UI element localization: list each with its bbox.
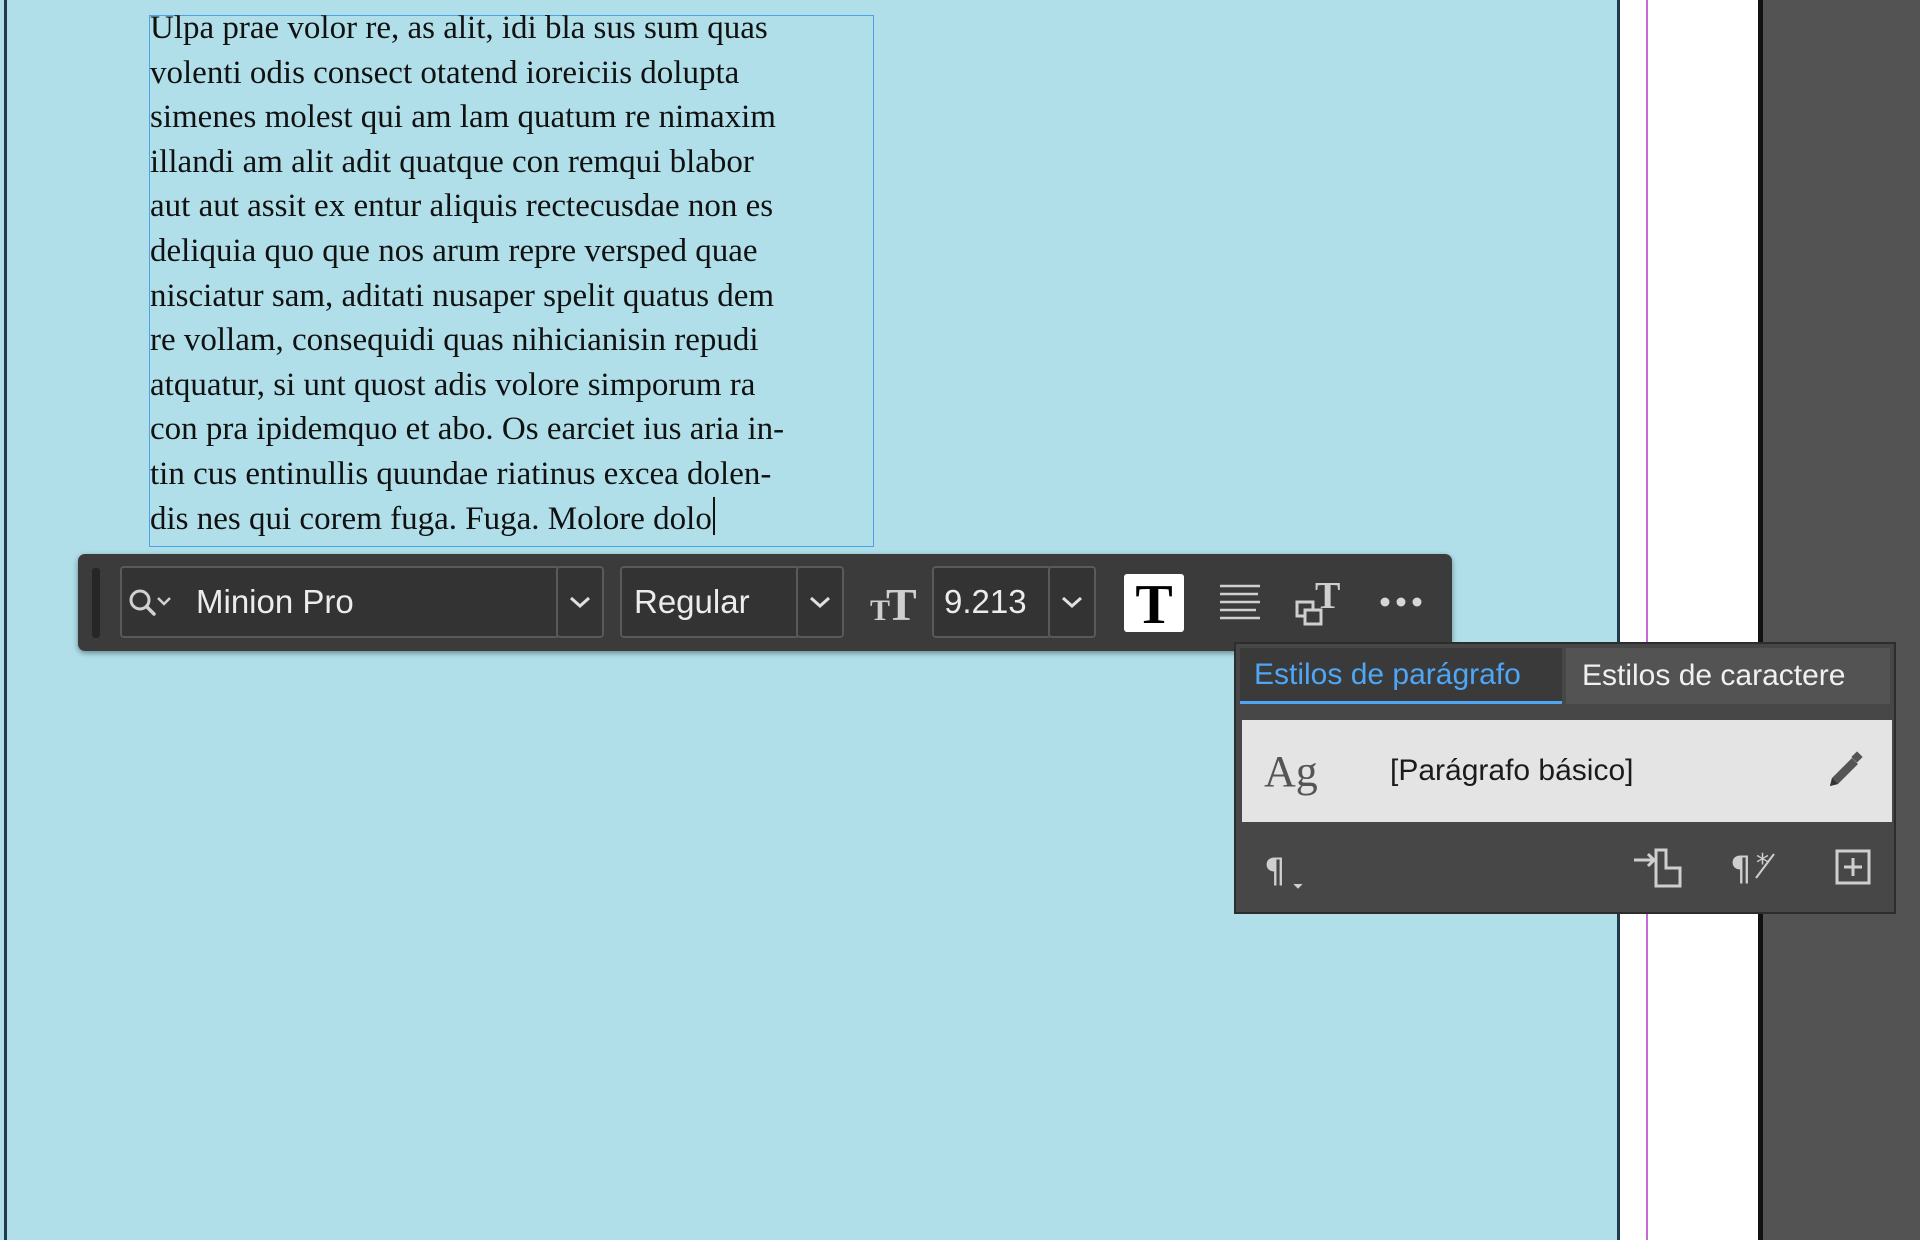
clear-overrides-icon[interactable]: ¶ *	[1730, 846, 1784, 895]
styles-panel: Estilos de parágrafo Estilos de caracter…	[1234, 642, 1896, 914]
svg-text:T: T	[886, 579, 917, 626]
text-line: simenes molest qui am lam quatum re nima…	[150, 99, 776, 136]
pencil-icon[interactable]	[1822, 750, 1866, 799]
text-line: Ulpa prae volor re, as alit, idi bla sus…	[150, 10, 768, 46]
chevron-down-icon	[810, 596, 830, 609]
svg-text:T: T	[1135, 577, 1172, 629]
chevron-down-icon	[1062, 596, 1082, 609]
pasteboard	[1620, 0, 1758, 1240]
panel-footer: ¶ ¶ *	[1236, 828, 1894, 912]
style-preview: Ag	[1264, 746, 1318, 796]
page-left-edge	[4, 0, 7, 1240]
chevron-down-icon	[570, 596, 590, 609]
font-size-icon: T T	[866, 574, 924, 630]
contextual-task-bar: Minion Pro Regular T T 9.213 T T	[78, 554, 1452, 651]
text-line: deliquia quo que nos arum repre versped …	[150, 232, 758, 269]
text-line: con pra ipidemquo et abo. Os earciet ius…	[150, 411, 785, 448]
text-format-icon[interactable]: T	[1124, 574, 1184, 632]
svg-text:¶: ¶	[1264, 851, 1286, 891]
style-name: [Parágrafo básico]	[1390, 754, 1634, 787]
margin-guide	[1646, 0, 1648, 1240]
text-line: tin cus entinullis quundae riatinus exce…	[150, 455, 772, 492]
text-line: illandi am alit adit quatque con remqui …	[150, 143, 754, 180]
load-styles-icon[interactable]	[1632, 846, 1686, 895]
paragraph-menu-icon[interactable]: ¶	[1264, 848, 1310, 897]
font-family-field[interactable]: Minion Pro	[120, 566, 560, 638]
font-family-value: Minion Pro	[196, 583, 354, 620]
text-line-last: dis nes qui corem fuga. Fuga. Molore dol…	[150, 496, 885, 542]
align-left-icon[interactable]	[1216, 576, 1264, 628]
new-style-icon[interactable]	[1834, 848, 1874, 893]
font-family-dropdown[interactable]	[556, 566, 604, 638]
drag-handle[interactable]	[92, 568, 100, 638]
pasteboard-dark-area	[1758, 0, 1920, 1240]
svg-text:¶: ¶	[1730, 849, 1752, 889]
adjacent-page-edge	[1758, 0, 1763, 1240]
style-list-item[interactable]: Ag [Parágrafo básico]	[1242, 720, 1892, 822]
tab-paragraph-styles[interactable]: Estilos de parágrafo	[1240, 648, 1562, 704]
font-size-dropdown[interactable]	[1048, 566, 1096, 638]
search-icon	[128, 586, 180, 630]
text-line: atquatur, si unt quost adis volore simpo…	[150, 366, 756, 403]
font-style-field[interactable]: Regular	[620, 566, 800, 638]
text-line: volenti odis consect otatend ioreiciis d…	[150, 54, 740, 91]
text-line: re vollam, consequidi quas nihicianisin …	[150, 322, 759, 359]
font-style-value: Regular	[634, 583, 750, 620]
font-size-value: 9.213	[944, 583, 1027, 620]
more-options-icon[interactable]	[1378, 584, 1424, 620]
text-cursor	[712, 496, 716, 535]
text-line-content: dis nes qui corem fuga. Fuga. Molore dol…	[150, 500, 712, 537]
text-line: aut aut assit ex entur aliquis rectecusd…	[150, 188, 774, 225]
text-frame-options-icon[interactable]: T	[1292, 574, 1344, 630]
body-text[interactable]: Ulpa prae volor re, as alit, idi bla sus…	[150, 6, 885, 541]
text-line: nisciatur sam, aditati nusaper spelit qu…	[150, 277, 775, 314]
tab-character-styles[interactable]: Estilos de caractere	[1566, 648, 1890, 704]
font-style-dropdown[interactable]	[796, 566, 844, 638]
font-size-field[interactable]: 9.213	[932, 566, 1052, 638]
